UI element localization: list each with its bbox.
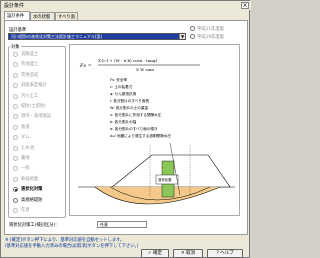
- radio-heisei11[interactable]: 平成11年度版: [190, 25, 246, 33]
- option-label: 高規格堤防: [21, 197, 43, 203]
- design-standard-select[interactable]: 河川堤防の液状化対策工法設計施工マニュアル(案) ▼: [8, 33, 186, 40]
- legend-item: l: 各分割片のすべり面長: [110, 98, 149, 103]
- formula-denominator: Σ W sinα: [136, 67, 154, 72]
- option-label: 港湾・漁港施設: [21, 114, 52, 120]
- radio-label: 平成11年度版: [197, 27, 224, 32]
- radio-indicator: [13, 197, 18, 203]
- select-value: 任意: [100, 222, 108, 227]
- target-group-label: 対象: [10, 44, 21, 50]
- radio-indicator: [13, 93, 18, 99]
- option-label: 鉄道: [21, 124, 30, 130]
- target-option[interactable]: 鉄道: [13, 124, 63, 132]
- legend-item: c: 土の粘着力: [110, 84, 133, 89]
- help-button[interactable]: ? ヘルプ: [207, 249, 243, 258]
- target-option[interactable]: 斜面安定検討: [13, 82, 63, 90]
- cancel-button[interactable]: ✕ 取消: [173, 249, 203, 258]
- target-option[interactable]: 農地: [13, 155, 63, 163]
- tab-design-conditions[interactable]: 設計条件: [4, 11, 30, 20]
- option-label: 農地: [21, 156, 30, 161]
- target-option[interactable]: ため池: [13, 145, 63, 153]
- legend-item: Δu: 地震により発生する過剰間隙水圧: [110, 133, 171, 138]
- target-option[interactable]: 港湾・漁港施設: [13, 113, 63, 121]
- target-option[interactable]: 堤防(土堤防): [13, 103, 63, 111]
- tab-label: 設計条件: [7, 14, 25, 19]
- formula-legend: Fs: 安全率 c: 土の粘着力 φ: せん断抵抗角 l: 各分割片のすべり面長…: [110, 77, 171, 138]
- target-option[interactable]: 一般: [13, 165, 63, 173]
- radio-indicator: [13, 72, 18, 78]
- radio-indicator: [13, 145, 18, 151]
- option-label: 河川土工: [21, 93, 39, 99]
- radio-indicator: [13, 176, 18, 182]
- legend-item: φ: せん断抵抗角: [110, 91, 137, 96]
- slope-diagram: 液状化層: [78, 142, 235, 205]
- formula-numerator: Σ{c·l + (W - u·b) cosα · tanφ}: [98, 58, 158, 63]
- option-label: 一般: [21, 166, 30, 172]
- chevron-down-icon: ▼: [179, 34, 185, 39]
- select-value: 河川堤防の液状化対策工法設計施工マニュアル(案): [11, 34, 103, 39]
- radio-label: 平成19年度版: [197, 35, 224, 40]
- target-option[interactable]: 高規格堤防: [13, 197, 63, 205]
- target-option[interactable]: 道路盛土: [13, 51, 63, 59]
- target-option[interactable]: 液状化対策: [13, 186, 63, 194]
- option-label: 道路盛土: [21, 52, 39, 57]
- legend-item: W: 各分割片の土の重量: [110, 105, 148, 110]
- option-label: 液状化対策: [21, 187, 43, 193]
- radio-indicator: [190, 34, 195, 39]
- option-label: 堤防(土堤防): [21, 104, 46, 109]
- ok-button[interactable]: ✓ 確定: [141, 249, 169, 258]
- option-label: ダム: [21, 135, 30, 141]
- radio-indicator: [13, 208, 18, 213]
- option-label: 斜面安定検討: [21, 83, 47, 89]
- target-option[interactable]: 河川土工: [13, 93, 63, 101]
- tab-slip-surface[interactable]: すべり面: [55, 12, 78, 20]
- dialog-window: 設計条件 × 設計条件 水の状態 すべり面 設計基準 平成11年度版 平成19年…: [0, 0, 251, 258]
- target-option[interactable]: 軟弱地盤: [13, 176, 63, 184]
- radio-indicator: [13, 135, 18, 141]
- radio-indicator: [13, 52, 18, 57]
- close-button[interactable]: ×: [241, 2, 249, 9]
- target-option[interactable]: ダム: [13, 134, 63, 142]
- title-bar: 設計条件 ×: [1, 1, 251, 10]
- misc-row-label: 液状化対策工(検討区分):: [9, 223, 57, 228]
- formula-diagram-panel: Fs = Σ{c·l + (W - u·b) cosα · tanφ} Σ W …: [69, 44, 240, 216]
- radio-indicator: [190, 26, 195, 31]
- option-label: ため池: [21, 145, 34, 151]
- formula-diagram: Fs = Σ{c·l + (W - u·b) cosα · tanφ} Σ W …: [78, 58, 235, 205]
- tab-water-state[interactable]: 水の状態: [30, 12, 55, 20]
- option-label: 宅地造成: [21, 72, 39, 78]
- radio-indicator: [13, 62, 18, 68]
- formula-lhs: Fs =: [79, 63, 92, 69]
- legend-item: u: 各分割片に作用する間隙水圧: [110, 112, 162, 117]
- radio-indicator: [13, 156, 18, 161]
- radio-indicator: [13, 104, 18, 109]
- window-title: 設計条件: [4, 3, 25, 9]
- target-option[interactable]: 宅地造成: [13, 72, 63, 80]
- radio-indicator: [13, 124, 18, 130]
- radio-indicator: [13, 166, 18, 172]
- diagram-label-liquefaction: 液状化層: [158, 177, 172, 182]
- target-option[interactable]: 宅地盛土: [13, 61, 63, 69]
- radio-heisei19[interactable]: 平成19年度版: [190, 33, 246, 41]
- radio-indicator: [13, 83, 18, 89]
- option-label: 宅地盛土: [21, 62, 39, 68]
- radio-indicator: [13, 187, 18, 193]
- misc-row-select[interactable]: 任意: [97, 221, 147, 228]
- radio-indicator: [13, 114, 18, 120]
- legend-item: Fs: 安全率: [110, 77, 127, 82]
- option-label: 任意: [21, 208, 30, 213]
- option-label: 軟弱地盤: [21, 176, 39, 182]
- legend-item: α: 各分割片のすべり面の傾き: [110, 126, 158, 131]
- legend-item: b: 各分割片の幅: [110, 119, 137, 124]
- target-option[interactable]: 任意: [13, 207, 63, 215]
